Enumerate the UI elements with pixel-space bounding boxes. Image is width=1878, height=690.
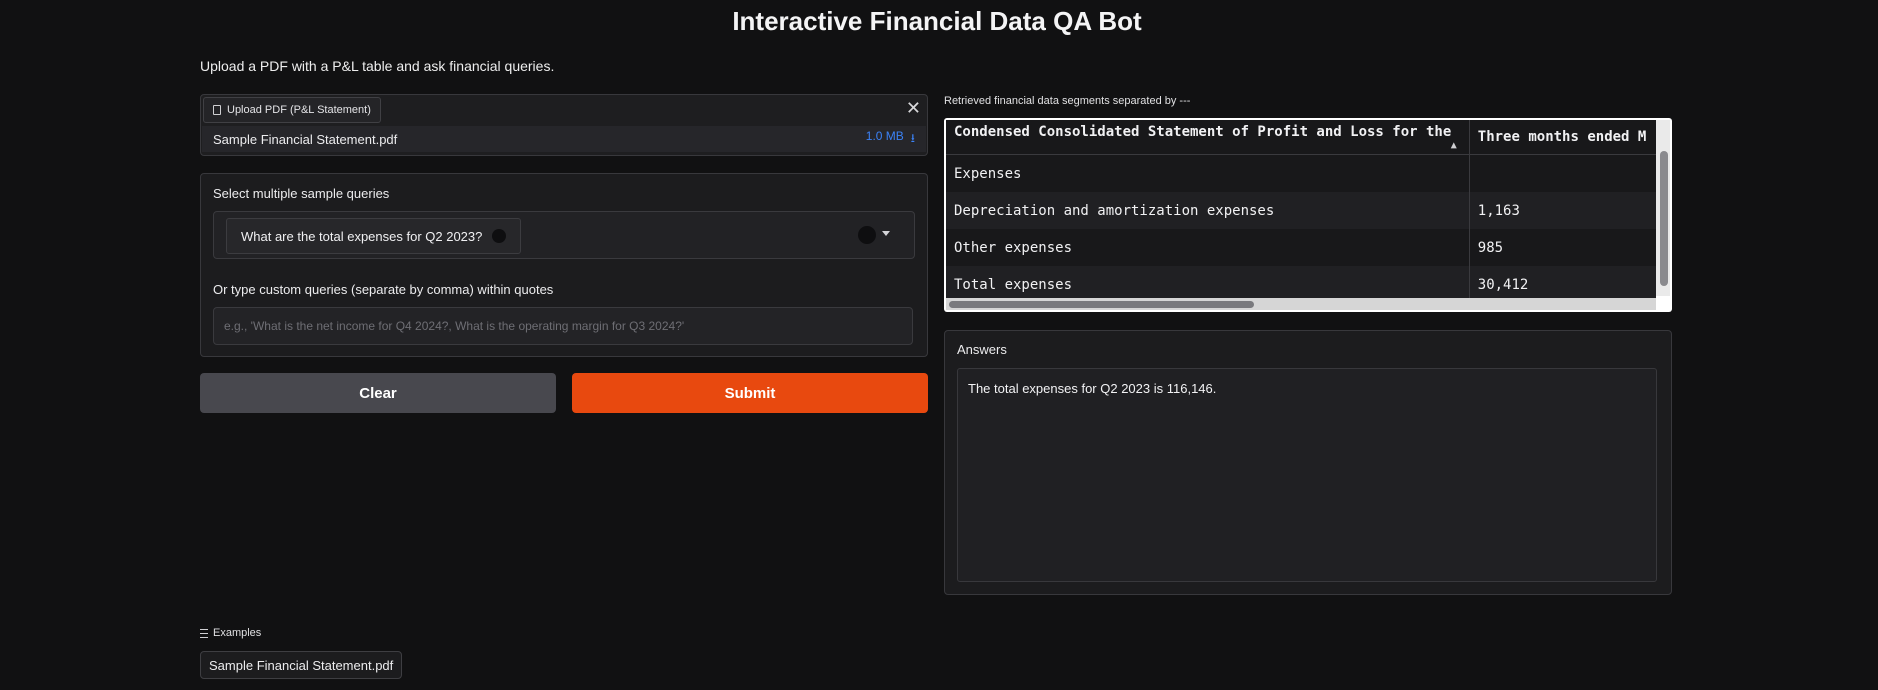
vertical-scroll-thumb[interactable] (1660, 151, 1668, 286)
custom-queries-label: Or type custom queries (separate by comm… (213, 282, 554, 297)
table-cell[interactable]: 1,163 (1469, 192, 1656, 229)
examples-label: Examples (213, 627, 262, 639)
close-icon[interactable]: ✕ (906, 99, 921, 117)
table-cell[interactable]: Depreciation and amortization expenses (946, 192, 1470, 229)
file-size-link[interactable]: 1.0 MB ⭳ (866, 129, 915, 150)
table-cell[interactable]: Expenses (946, 154, 1470, 192)
horizontal-scroll-thumb[interactable] (949, 301, 1254, 308)
pdf-upload-area[interactable]: Upload PDF (P&L Statement) ✕ Sample Fina… (200, 94, 928, 156)
file-size: 1.0 MB (865, 128, 904, 143)
table-row: Expenses (946, 154, 1656, 193)
column-header-text: Condensed Consolidated Statement of Prof… (954, 123, 1452, 140)
remove-chip-icon[interactable] (492, 229, 507, 243)
upload-label-text: Upload PDF (P&L Statement) (227, 104, 371, 116)
segments-table[interactable]: Condensed Consolidated Statement of Prof… (944, 118, 1672, 312)
answers-panel: Answers The total expenses for Q2 2023 i… (944, 330, 1672, 595)
clear-button[interactable]: Clear (200, 373, 556, 413)
download-icon[interactable]: ⭳ (911, 129, 915, 150)
upload-label: Upload PDF (P&L Statement) (203, 97, 381, 123)
custom-queries-input[interactable] (213, 307, 913, 345)
page-subtitle: Upload a PDF with a P&L table and ask fi… (200, 58, 555, 74)
table-cell[interactable]: Total expenses (946, 266, 1470, 298)
uploaded-file-row: Sample Financial Statement.pdf 1.0 MB ⭳ (202, 126, 926, 152)
file-icon (213, 105, 221, 115)
table-cell[interactable]: 985 (1469, 229, 1656, 266)
page-title: Interactive Financial Data QA Bot (732, 6, 1142, 36)
answers-output[interactable]: The total expenses for Q2 2023 is 116,14… (957, 368, 1657, 582)
query-panel: Select multiple sample queries What are … (200, 173, 928, 357)
sort-ascending-icon[interactable]: ▲ (1451, 140, 1457, 151)
selected-query-text: What are the total expenses for Q2 2023? (241, 228, 483, 244)
data-table: Condensed Consolidated Statement of Prof… (946, 120, 1656, 298)
example-item[interactable]: Sample Financial Statement.pdf (200, 651, 403, 679)
table-row: Other expenses 985 (946, 229, 1656, 266)
table-cell[interactable] (1469, 155, 1656, 193)
answers-label: Answers (957, 342, 1007, 357)
sample-queries-dropdown[interactable]: What are the total expenses for Q2 2023? (213, 211, 915, 259)
submit-button[interactable]: Submit (572, 373, 928, 413)
column-header[interactable]: Condensed Consolidated Statement of Prof… (946, 120, 1470, 155)
selected-query-chip[interactable]: What are the total expenses for Q2 2023? (226, 218, 522, 254)
clear-selection-icon[interactable] (858, 226, 876, 244)
examples-header: Examples (200, 627, 261, 639)
uploaded-file-name: Sample Financial Statement.pdf (213, 131, 398, 147)
chevron-down-icon[interactable] (882, 231, 890, 236)
sample-queries-label: Select multiple sample queries (213, 186, 390, 201)
segments-label: Retrieved financial data segments separa… (944, 95, 1191, 107)
table-cell[interactable]: 30,412 (1469, 266, 1656, 298)
list-icon (200, 628, 208, 638)
table-cell[interactable]: Other expenses (946, 229, 1470, 266)
table-row: Depreciation and amortization expenses 1… (946, 192, 1656, 229)
table-row: Total expenses 30,412 (946, 266, 1656, 298)
table-header-row: Condensed Consolidated Statement of Prof… (946, 120, 1656, 155)
column-header[interactable]: Three months ended M (1469, 120, 1656, 155)
